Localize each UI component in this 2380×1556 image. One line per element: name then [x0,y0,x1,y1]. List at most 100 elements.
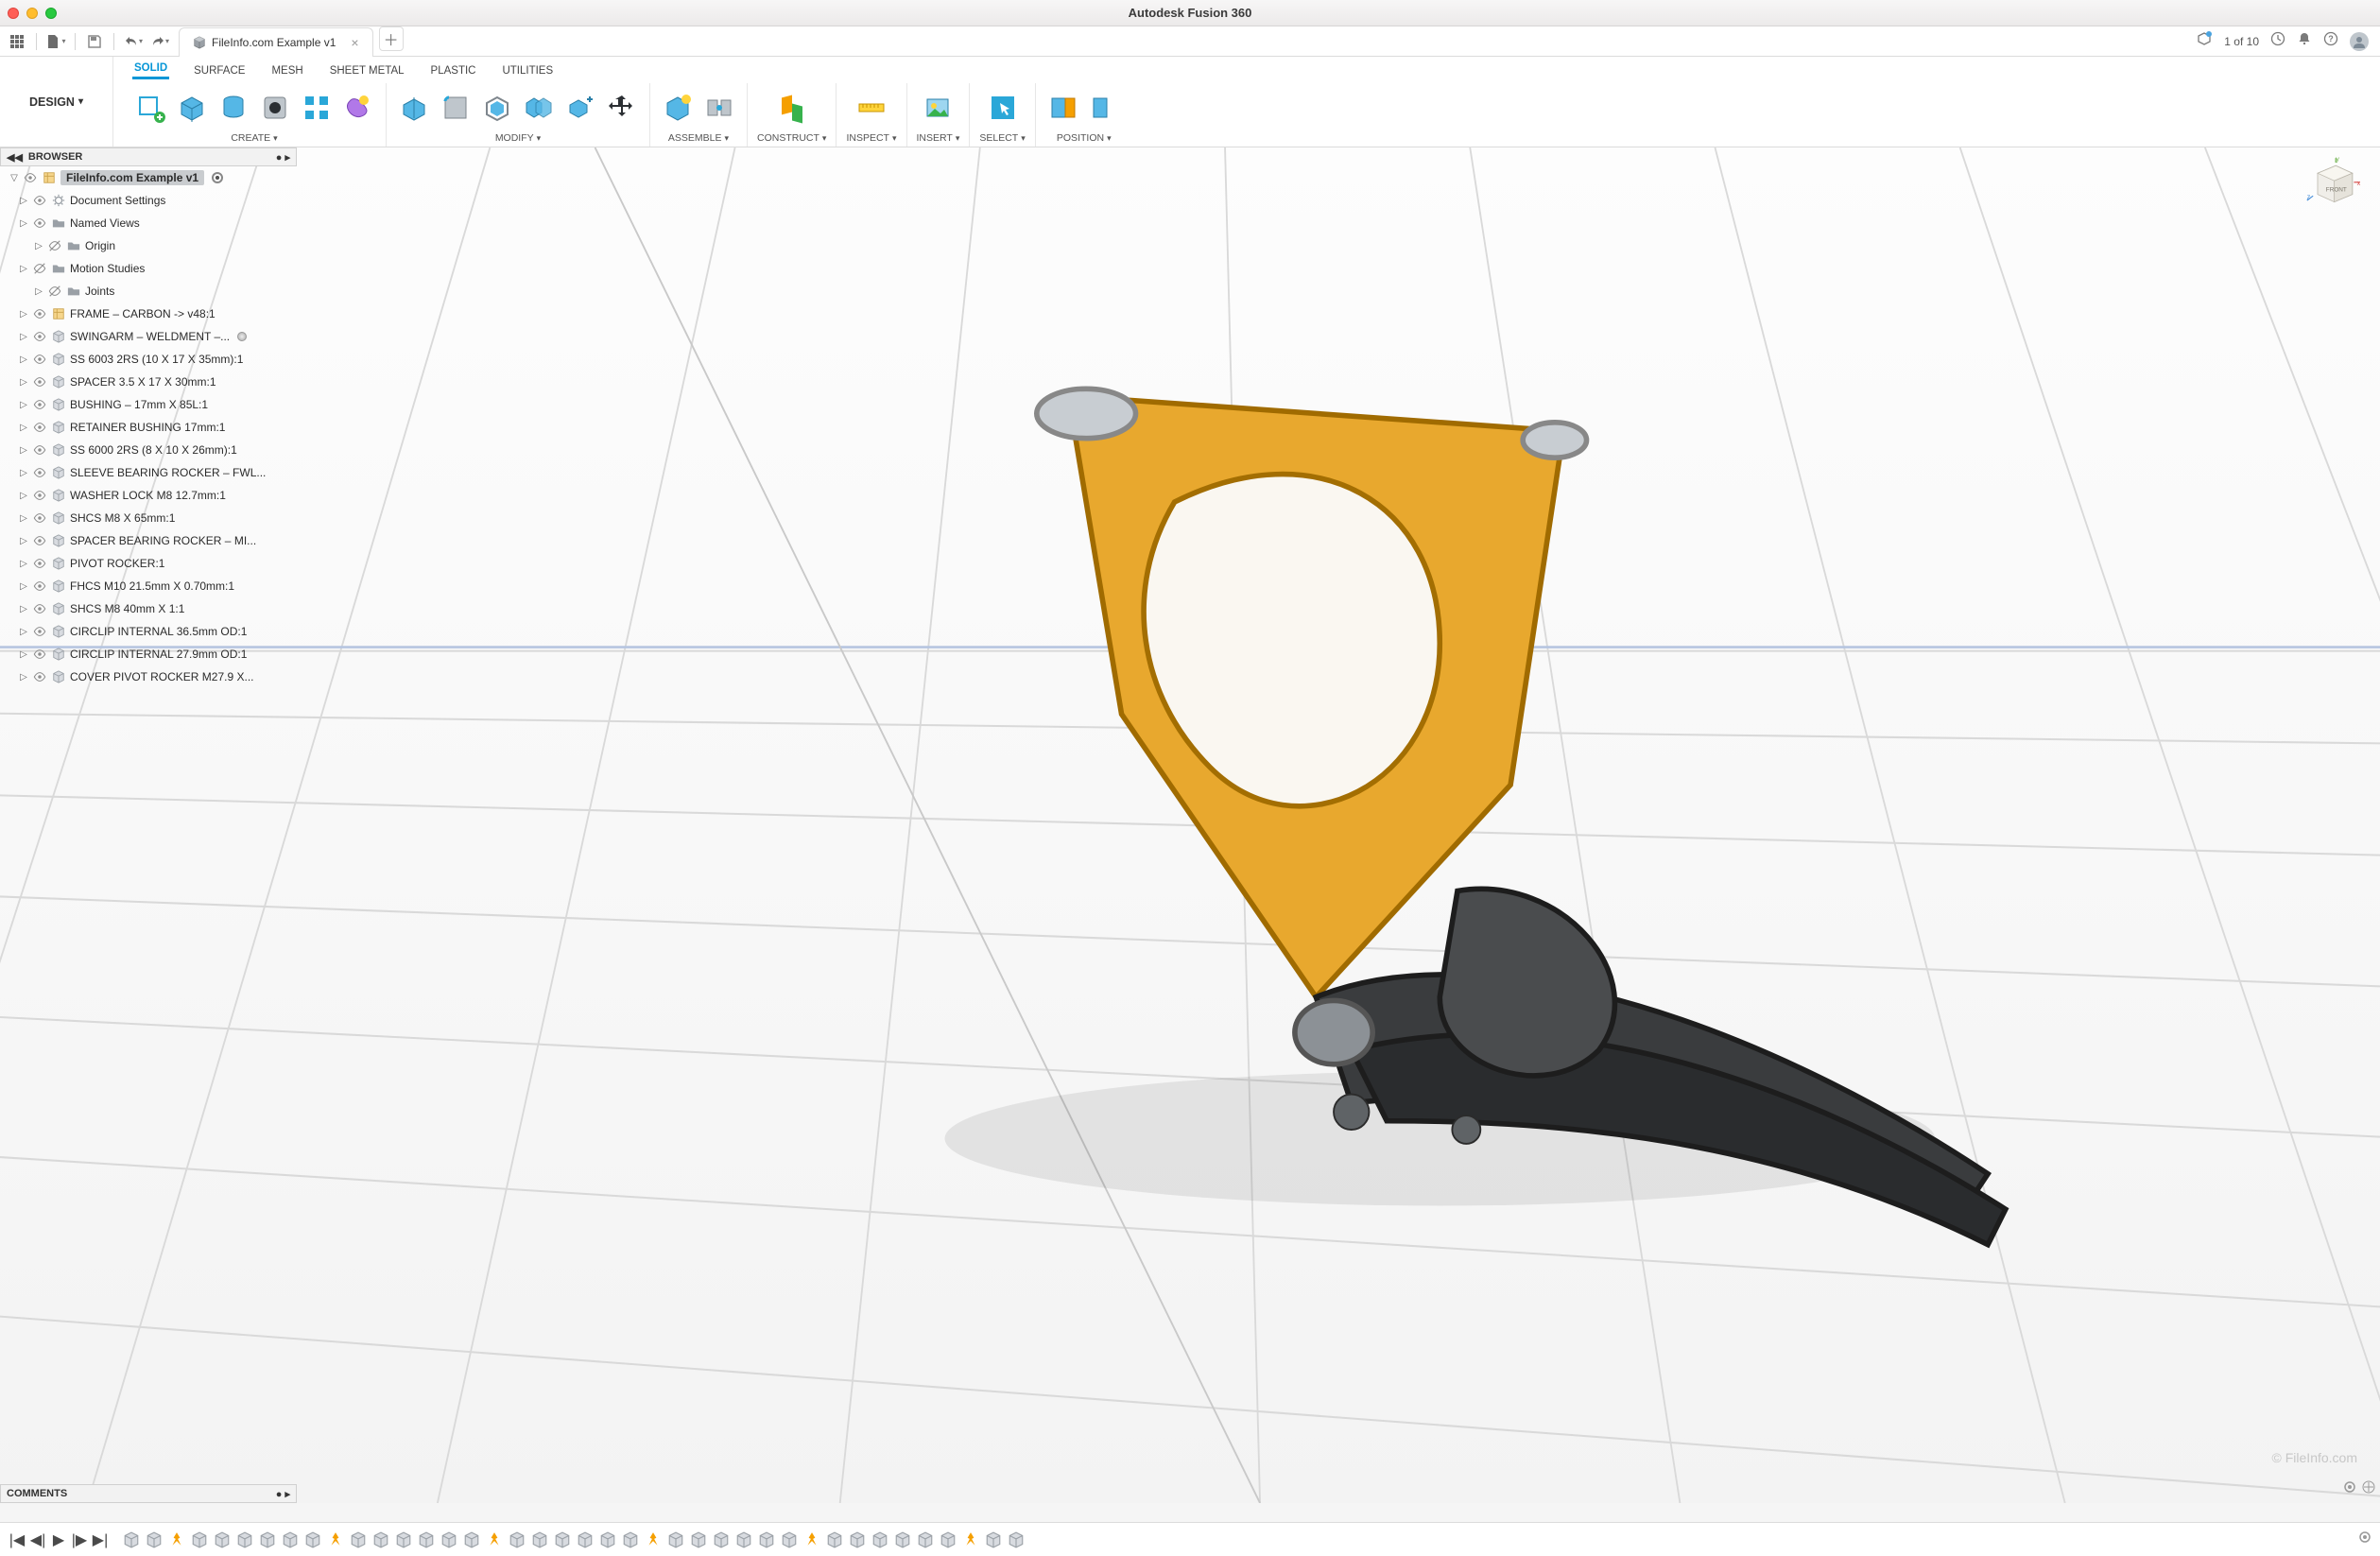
timeline-feature-item[interactable] [733,1530,754,1550]
expand-icon[interactable]: ▷ [19,264,28,274]
move-icon[interactable] [604,90,640,126]
timeline-feature-item[interactable] [552,1530,573,1550]
browser-row[interactable]: ▷ WASHER LOCK M8 12.7mm:1 [8,484,297,507]
expand-icon[interactable]: ▷ [34,286,43,297]
file-menu-button[interactable]: ▾ [44,30,67,53]
group-label[interactable]: SELECT [979,132,1018,144]
timeline-feature-item[interactable] [983,1530,1004,1550]
window-minimize-button[interactable] [26,8,38,19]
browser-row[interactable]: ▷ CIRCLIP INTERNAL 27.9mm OD:1 [8,643,297,666]
visibility-toggle-icon[interactable] [32,557,47,570]
new-component-icon[interactable] [660,90,696,126]
expand-icon[interactable]: ▷ [19,491,28,501]
expand-icon[interactable]: ▷ [34,241,43,251]
timeline-feature-item[interactable] [121,1530,142,1550]
timeline-play-button[interactable]: ▶ [49,1530,68,1549]
timeline-feature-item[interactable] [711,1530,732,1550]
timeline-settings-icon[interactable] [2357,1530,2372,1549]
browser-row[interactable]: ▷ Origin [8,234,297,257]
browser-row[interactable]: ▷ BUSHING – 17mm X 85L:1 [8,393,297,416]
tab-sheet-metal[interactable]: SHEET METAL [328,62,406,79]
job-status-icon[interactable] [2270,31,2285,51]
tab-mesh[interactable]: MESH [269,62,304,79]
browser-row[interactable]: ▷ Joints [8,280,297,303]
timeline-feature-item[interactable] [824,1530,845,1550]
timeline-feature-item[interactable] [892,1530,913,1550]
collapse-icon[interactable]: ◀◀ [7,151,23,164]
sketch-icon[interactable] [132,90,168,126]
press-pull-icon[interactable] [396,90,432,126]
expand-icon[interactable]: ▷ [19,581,28,592]
comments-panel-header[interactable]: COMMENTS ● ▸ [0,1484,297,1503]
browser-row[interactable]: ▷ SWINGARM – WELDMENT –... [8,325,297,348]
form-icon[interactable] [340,90,376,126]
visibility-toggle-icon[interactable] [32,579,47,593]
timeline-feature-item[interactable] [620,1530,641,1550]
timeline-feature-item[interactable] [847,1530,868,1550]
notifications-icon[interactable] [2297,31,2312,51]
group-label[interactable]: MODIFY [495,132,534,144]
insert-icon[interactable] [920,90,956,126]
redo-button[interactable]: ▾ [148,30,171,53]
visibility-toggle-icon[interactable] [47,239,62,252]
browser-row[interactable]: ▷ SPACER 3.5 X 17 X 30mm:1 [8,371,297,393]
group-label[interactable]: CREATE [231,132,270,144]
timeline-feature-item[interactable] [144,1530,164,1550]
select-icon[interactable] [985,90,1021,126]
timeline-start-button[interactable]: |◀ [8,1530,26,1549]
close-tab-icon[interactable]: × [351,35,358,50]
timeline-feature-item[interactable] [870,1530,890,1550]
browser-row[interactable]: ▷ PIVOT ROCKER:1 [8,552,297,575]
browser-row[interactable]: ▷ SHCS M8 X 65mm:1 [8,507,297,529]
grid-settings-icon[interactable] [2361,1479,2376,1499]
visibility-toggle-icon[interactable] [32,534,47,547]
visibility-toggle-icon[interactable] [32,648,47,661]
visibility-toggle-icon[interactable] [32,421,47,434]
timeline-joint-item[interactable] [802,1530,822,1550]
browser-row[interactable]: ▷ FRAME – CARBON -> v48:1 [8,303,297,325]
construct-plane-icon[interactable] [774,90,810,126]
display-settings-icon[interactable] [2342,1479,2357,1499]
timeline-joint-item[interactable] [643,1530,664,1550]
expand-icon[interactable]: ▷ [19,377,28,388]
timeline-feature-item[interactable] [280,1530,301,1550]
extensions-button[interactable] [2196,30,2213,52]
timeline-feature-item[interactable] [779,1530,800,1550]
visibility-toggle-icon[interactable] [32,398,47,411]
visibility-toggle-icon[interactable] [32,625,47,638]
document-tab[interactable]: FileInfo.com Example v1 × [179,27,373,57]
visibility-toggle-icon[interactable] [32,375,47,389]
timeline-feature-item[interactable] [461,1530,482,1550]
timeline-step-fwd-button[interactable]: |▶ [70,1530,89,1549]
visibility-toggle-icon[interactable] [32,353,47,366]
visibility-toggle-icon[interactable] [47,285,62,298]
expand-icon[interactable]: ▷ [19,559,28,569]
job-status-text[interactable]: 1 of 10 [2224,35,2259,48]
browser-panel-header[interactable]: ◀◀ BROWSER ● ▸ [0,147,297,166]
visibility-toggle-icon[interactable] [32,670,47,683]
user-avatar[interactable] [2350,32,2369,51]
timeline-feature-item[interactable] [529,1530,550,1550]
visibility-toggle-icon[interactable] [32,216,47,230]
combine-icon[interactable] [521,90,557,126]
browser-row[interactable]: ▷ SPACER BEARING ROCKER – MI... [8,529,297,552]
timeline-feature-item[interactable] [507,1530,527,1550]
timeline-feature-item[interactable] [439,1530,459,1550]
timeline-feature-item[interactable] [1006,1530,1026,1550]
workspace-switcher[interactable]: DESIGN▾ [0,57,113,147]
save-button[interactable] [83,30,106,53]
joint-icon[interactable] [701,90,737,126]
expand-icon[interactable]: ▷ [19,627,28,637]
timeline-feature-item[interactable] [393,1530,414,1550]
pattern-icon[interactable] [299,90,335,126]
browser-row[interactable]: ▷ Motion Studies [8,257,297,280]
group-label[interactable]: INSERT [917,132,953,144]
browser-row[interactable]: ▷ Document Settings [8,189,297,212]
timeline-feature-item[interactable] [938,1530,958,1550]
timeline-feature-item[interactable] [915,1530,936,1550]
expand-icon[interactable]: ▷ [19,218,28,229]
visibility-toggle-icon[interactable] [32,489,47,502]
visibility-toggle-icon[interactable] [32,262,47,275]
timeline-feature-item[interactable] [371,1530,391,1550]
tab-solid[interactable]: SOLID [132,60,169,79]
